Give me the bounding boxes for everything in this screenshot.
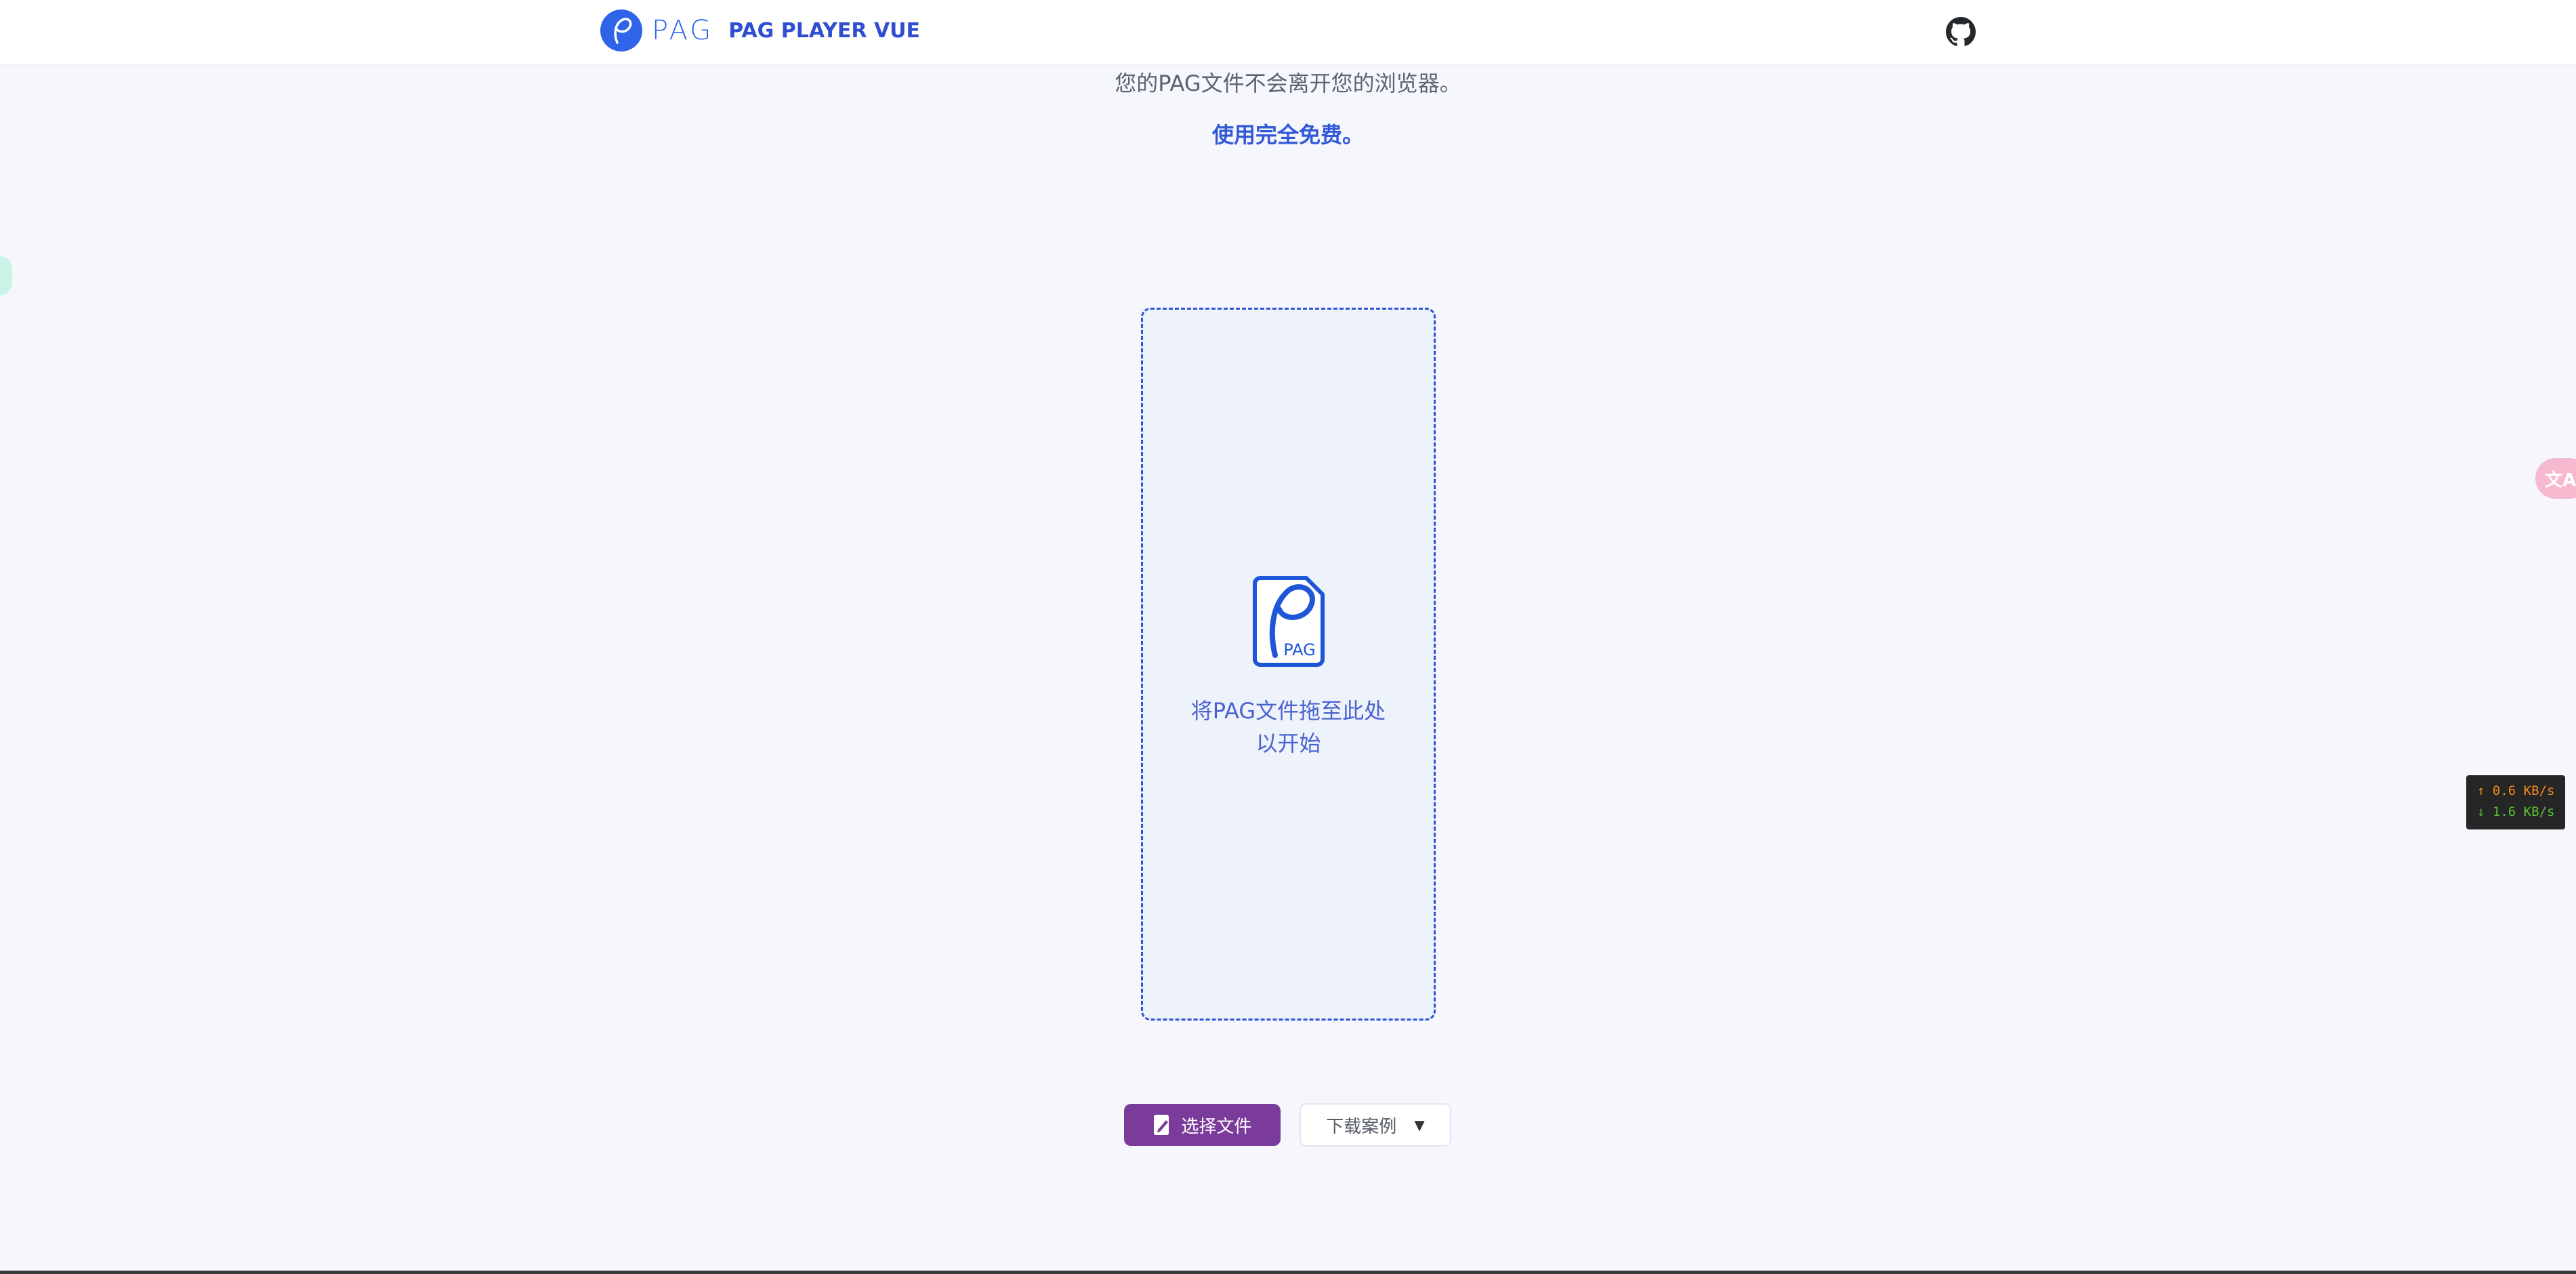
privacy-note: 您的PAG文件不会离开您的浏览器。 <box>1115 70 1461 96</box>
free-note: 使用完全免费。 <box>1211 122 1364 148</box>
file-edit-icon <box>1152 1113 1171 1136</box>
brand-wordmark: PAG <box>652 15 714 46</box>
pag-file-icon: PAG <box>1252 575 1325 667</box>
select-file-label: 选择文件 <box>1181 1116 1252 1137</box>
brand-link[interactable]: PAG PAG PLAYER VUE <box>600 9 920 52</box>
side-float-tab[interactable] <box>0 256 12 295</box>
translate-icon[interactable]: 文A <box>2535 458 2576 499</box>
page: PAG PAG PLAYER VUE 您的PAG文件不会离开您的浏览器。 使用完… <box>0 0 2576 1271</box>
download-examples-label: 下载案例 <box>1326 1116 1397 1137</box>
chevron-down-icon: ▼ <box>1414 1117 1425 1133</box>
download-examples-dropdown[interactable]: 下载案例 ▼ <box>1300 1103 1451 1147</box>
upload-speed: ↑ 0.6 KB/s <box>2477 783 2555 798</box>
dropzone-hint-line1: 将PAG文件拖至此处 <box>1190 698 1386 724</box>
brand-name: PAG PLAYER VUE <box>728 18 921 43</box>
download-speed: ↓ 1.6 KB/s <box>2477 804 2555 819</box>
window-bottom-edge <box>0 1271 2576 1274</box>
github-icon[interactable] <box>1944 15 1978 49</box>
network-speed-widget: ↑ 0.6 KB/s ↓ 1.6 KB/s <box>2466 775 2565 829</box>
pag-logo-icon <box>600 9 642 52</box>
select-file-button[interactable]: 选择文件 <box>1124 1104 1281 1146</box>
file-dropzone[interactable]: PAG 将PAG文件拖至此处 以开始 <box>1141 308 1436 1021</box>
svg-text:PAG: PAG <box>1283 640 1316 659</box>
dropzone-hint-line2: 以开始 <box>1255 731 1321 756</box>
top-navbar: PAG PAG PLAYER VUE <box>0 0 2576 66</box>
